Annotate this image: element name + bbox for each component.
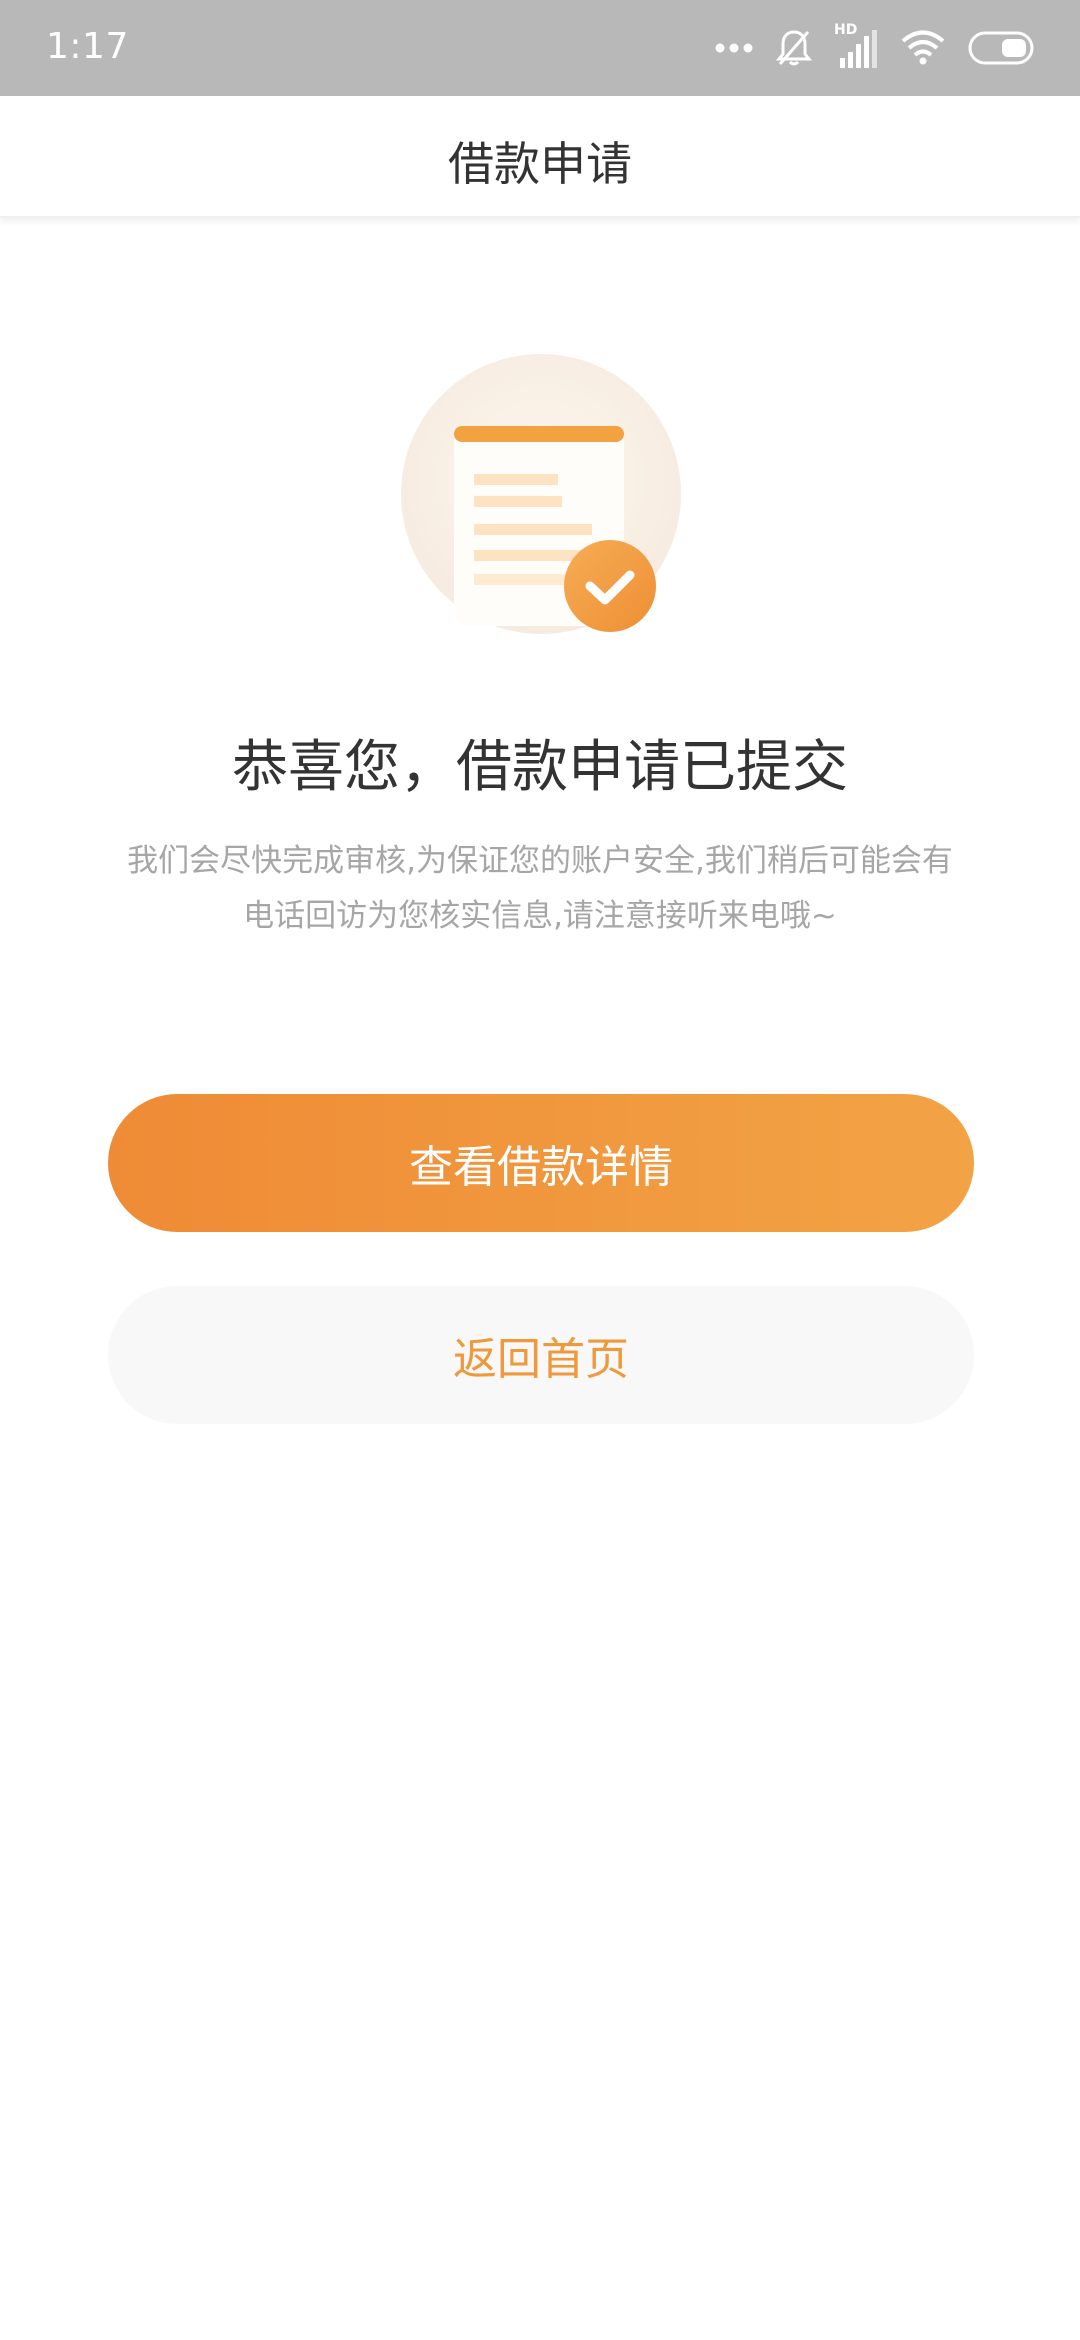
status-time: 1:17 [46,26,129,67]
success-description: 我们会尽快完成审核,为保证您的账户安全,我们稍后可能会有 电话回访为您核实信息,… [90,834,990,944]
battery-icon [968,31,1038,65]
more-dots-icon [714,42,754,54]
view-loan-details-label: 查看借款详情 [409,1142,673,1193]
mute-bell-icon [776,28,812,68]
back-to-home-button[interactable]: 返回首页 [108,1286,974,1424]
status-bar: 1:17 HD [0,0,1080,96]
description-line-2: 电话回访为您核实信息,请注意接听来电哦~ [243,898,837,934]
page-title: 借款申请 [448,137,632,191]
status-icons: HD [714,22,1038,72]
document-check-icon [398,354,684,638]
wifi-icon [900,28,946,68]
nav-bar: 借款申请 [0,96,1080,218]
back-to-home-label: 返回首页 [453,1334,629,1385]
success-headline: 恭喜您，借款申请已提交 [232,735,848,800]
view-loan-details-button[interactable]: 查看借款详情 [108,1094,974,1232]
description-line-1: 我们会尽快完成审核,为保证您的账户安全,我们稍后可能会有 [127,843,953,879]
hd-signal-icon: HD [834,22,878,70]
